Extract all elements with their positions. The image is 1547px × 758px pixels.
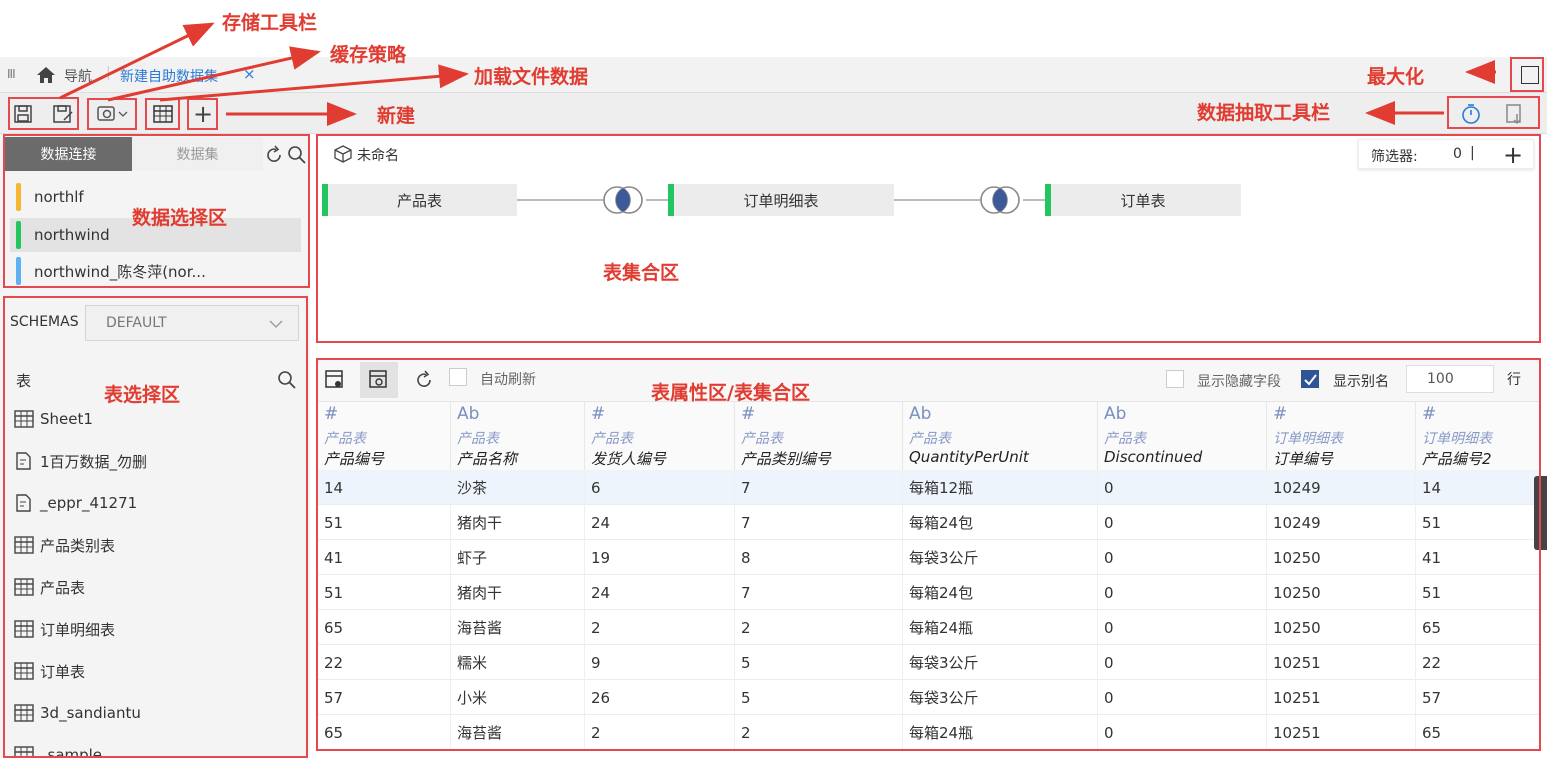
annotation-table-prop-area: 表属性区/表集合区 xyxy=(651,382,810,404)
annotation-maximize: 最大化 xyxy=(1367,66,1425,88)
annotation-storage-toolbar: 存储工具栏 xyxy=(222,12,318,34)
annotation-extract-toolbar: 数据抽取工具栏 xyxy=(1197,102,1331,124)
annotation-new: 新建 xyxy=(377,105,416,127)
annotation-load-file-data: 加载文件数据 xyxy=(474,66,589,88)
annotation-data-select-area: 数据选择区 xyxy=(132,207,228,229)
annotation-table-select-area: 表选择区 xyxy=(104,384,181,406)
annotation-cache-strategy: 缓存策略 xyxy=(330,44,407,66)
annotation-table-set-area: 表集合区 xyxy=(603,262,680,284)
